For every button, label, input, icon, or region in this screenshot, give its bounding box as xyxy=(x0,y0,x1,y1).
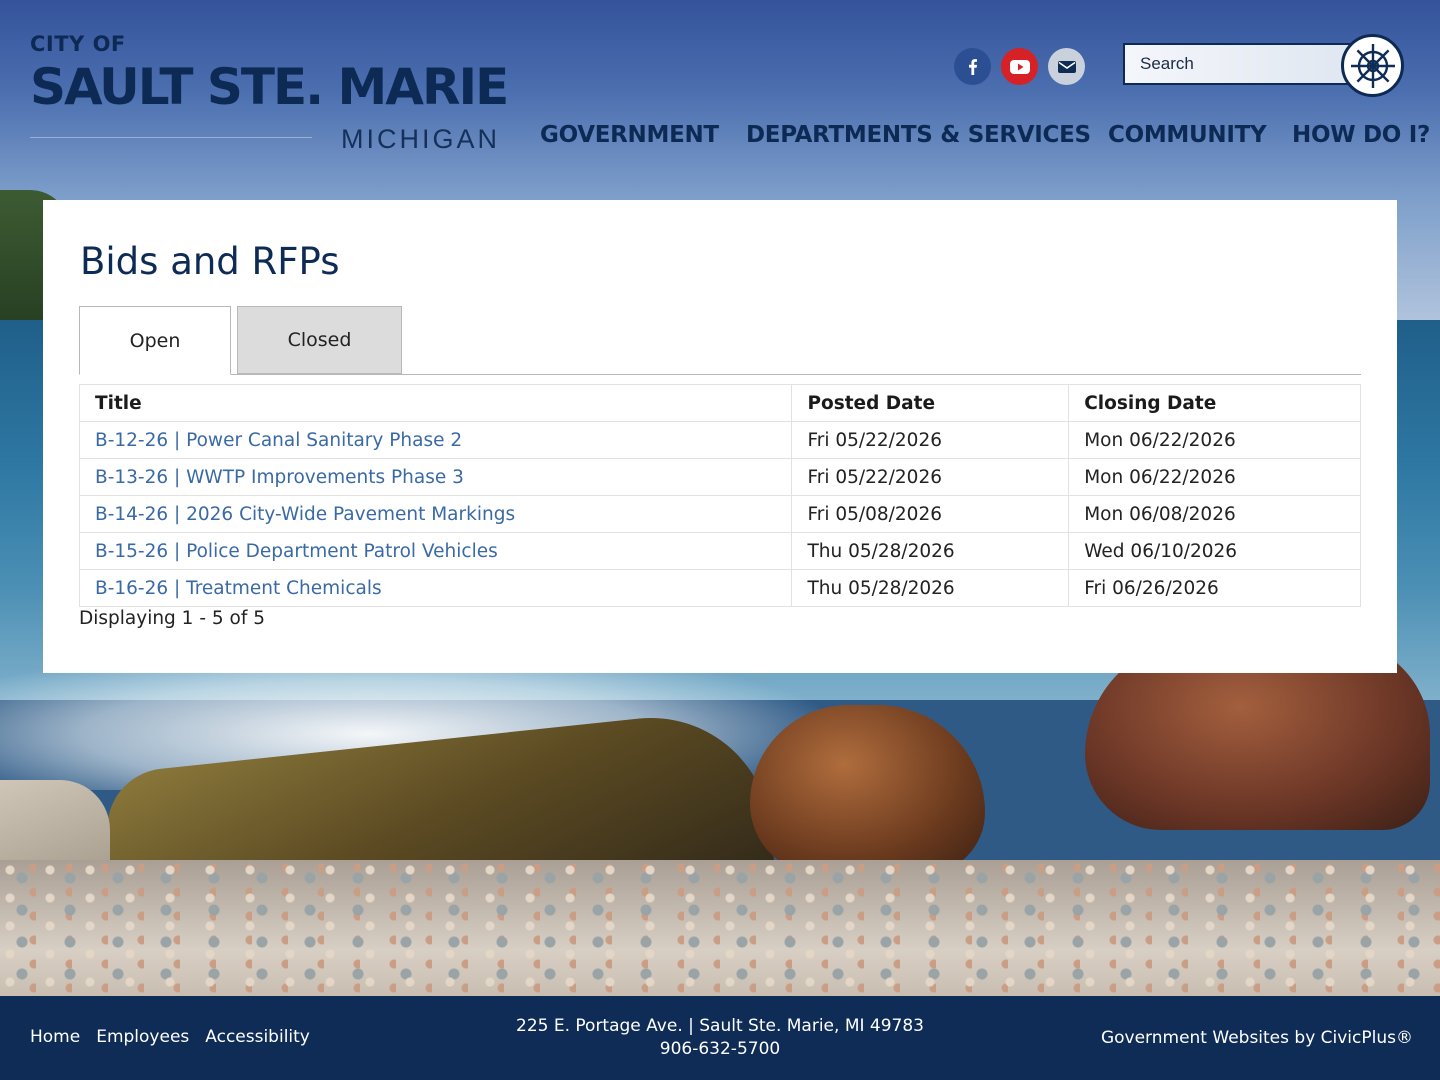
bid-link[interactable]: B-15-26 | Police Department Patrol Vehic… xyxy=(95,541,498,562)
tab-closed[interactable]: Closed xyxy=(237,306,402,374)
footer-link-home[interactable]: Home xyxy=(30,1027,80,1047)
nav-community[interactable]: COMMUNITY xyxy=(1108,122,1267,148)
column-header-closing-date[interactable]: Closing Date xyxy=(1068,384,1361,422)
table-row: B-15-26 | Police Department Patrol Vehic… xyxy=(78,532,1361,570)
column-header-title[interactable]: Title xyxy=(78,384,793,422)
site-logo[interactable]: CITY OF SAULT STE. MARIE MICHIGAN xyxy=(30,32,509,154)
footer-phone[interactable]: 906-632-5700 xyxy=(420,1038,1020,1061)
bid-link[interactable]: B-13-26 | WWTP Improvements Phase 3 xyxy=(95,467,464,488)
footer-links: Home Employees Accessibility xyxy=(30,1027,310,1047)
bids-table: Title Posted Date Closing Date B-12-26 |… xyxy=(78,384,1361,607)
bid-title-cell: B-14-26 | 2026 City-Wide Pavement Markin… xyxy=(78,495,793,533)
table-row: B-14-26 | 2026 City-Wide Pavement Markin… xyxy=(78,495,1361,533)
search-button[interactable] xyxy=(1341,34,1404,97)
posted-date: Fri 05/08/2026 xyxy=(791,495,1070,533)
bid-title-cell: B-13-26 | WWTP Improvements Phase 3 xyxy=(78,458,793,496)
closing-date: Mon 06/22/2026 xyxy=(1068,421,1361,459)
posted-date: Fri 05/22/2026 xyxy=(791,421,1070,459)
results-count: Displaying 1 - 5 of 5 xyxy=(79,608,266,629)
logo-state: MICHIGAN xyxy=(341,124,500,154)
nav-how-do-i[interactable]: HOW DO I? xyxy=(1292,122,1430,148)
content-panel: Bids and RFPs Open Closed Title Posted D… xyxy=(43,200,1397,673)
bid-link[interactable]: B-14-26 | 2026 City-Wide Pavement Markin… xyxy=(95,504,515,525)
logo-city-of: CITY OF xyxy=(30,32,126,56)
bid-title-cell: B-12-26 | Power Canal Sanitary Phase 2 xyxy=(78,421,793,459)
email-link[interactable] xyxy=(1048,48,1085,85)
closing-date: Mon 06/08/2026 xyxy=(1068,495,1361,533)
facebook-icon xyxy=(968,58,977,75)
table-row: B-16-26 | Treatment Chemicals Thu 05/28/… xyxy=(78,569,1361,607)
youtube-icon xyxy=(1009,59,1030,74)
page-title: Bids and RFPs xyxy=(80,240,340,283)
bid-link[interactable]: B-12-26 | Power Canal Sanitary Phase 2 xyxy=(95,430,462,451)
footer-link-employees[interactable]: Employees xyxy=(96,1027,189,1047)
tab-open[interactable]: Open xyxy=(79,306,231,375)
nav-departments-services[interactable]: DEPARTMENTS & SERVICES xyxy=(746,122,1091,148)
logo-city-name: SAULT STE. MARIE xyxy=(30,58,509,116)
bid-link[interactable]: B-16-26 | Treatment Chemicals xyxy=(95,578,382,599)
closing-date: Mon 06/22/2026 xyxy=(1068,458,1361,496)
table-header-row: Title Posted Date Closing Date xyxy=(78,384,1361,422)
civicplus-credit-link[interactable]: Government Websites by CivicPlus® xyxy=(1101,1028,1413,1048)
logo-divider xyxy=(30,137,312,138)
posted-date: Thu 05/28/2026 xyxy=(791,532,1070,570)
rock xyxy=(750,705,985,875)
closing-date: Wed 06/10/2026 xyxy=(1068,532,1361,570)
table-row: B-13-26 | WWTP Improvements Phase 3 Fri … xyxy=(78,458,1361,496)
posted-date: Fri 05/22/2026 xyxy=(791,458,1070,496)
table-row: B-12-26 | Power Canal Sanitary Phase 2 F… xyxy=(78,421,1361,459)
footer-link-accessibility[interactable]: Accessibility xyxy=(205,1027,310,1047)
site-footer: Home Employees Accessibility 225 E. Port… xyxy=(0,996,1440,1080)
posted-date: Thu 05/28/2026 xyxy=(791,569,1070,607)
nav-government[interactable]: GOVERNMENT xyxy=(540,122,719,148)
mail-icon xyxy=(1057,60,1076,73)
gravel-beach xyxy=(0,860,1440,1010)
search-input[interactable] xyxy=(1125,45,1340,83)
bid-title-cell: B-15-26 | Police Department Patrol Vehic… xyxy=(78,532,793,570)
bid-title-cell: B-16-26 | Treatment Chemicals xyxy=(78,569,793,607)
column-header-posted-date[interactable]: Posted Date xyxy=(791,384,1070,422)
footer-contact: 225 E. Portage Ave. | Sault Ste. Marie, … xyxy=(420,1015,1020,1061)
ships-wheel-icon xyxy=(1350,43,1395,88)
youtube-link[interactable] xyxy=(1001,48,1038,85)
footer-address: 225 E. Portage Ave. | Sault Ste. Marie, … xyxy=(516,1016,924,1036)
closing-date: Fri 06/26/2026 xyxy=(1068,569,1361,607)
tab-bar: Open Closed xyxy=(79,306,1361,375)
facebook-link[interactable] xyxy=(954,48,991,85)
